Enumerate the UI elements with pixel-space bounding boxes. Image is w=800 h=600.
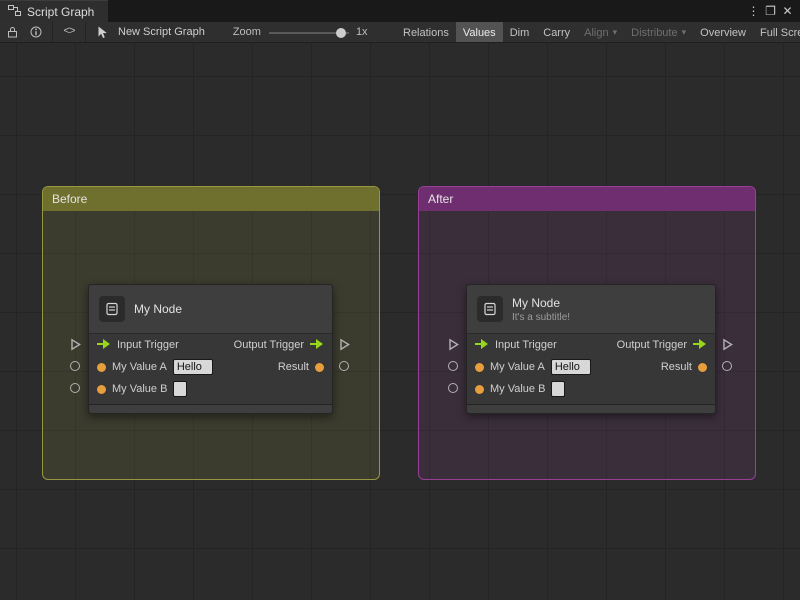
value-input-port-icon[interactable] (97, 384, 106, 394)
kebab-menu-icon[interactable]: ⋮ (745, 4, 762, 18)
value-port-outline-icon[interactable] (448, 383, 458, 393)
node-title: My Node (512, 295, 561, 310)
tab-script-graph[interactable]: Script Graph (0, 0, 109, 22)
value-input-port-icon[interactable] (475, 384, 484, 394)
lock-icon[interactable] (0, 22, 24, 42)
value-output-port-icon[interactable] (698, 362, 707, 372)
window-controls: ⋮ ❐ ✕ (745, 0, 800, 22)
values-button[interactable]: Values (455, 22, 503, 42)
group-before-label: Before (52, 192, 88, 206)
port-row: My Value B (89, 378, 332, 400)
relations-button[interactable]: Relations (396, 22, 456, 42)
node-before[interactable]: My Node Input Trigger Output Trigger My … (88, 284, 333, 414)
port-row: Input Trigger Output Trigger (467, 334, 715, 356)
overview-button[interactable]: Overview (693, 22, 753, 42)
zoom-slider[interactable] (268, 22, 349, 42)
port-row: Input Trigger Output Trigger (89, 334, 332, 356)
tab-bar: Script Graph ⋮ ❐ ✕ (0, 0, 800, 22)
value-b-label: My Value B (112, 383, 168, 395)
unit-icon (99, 296, 125, 322)
result-label: Result (660, 361, 692, 373)
chevron-down-icon: ▾ (681, 27, 687, 37)
align-button-label: Align (584, 26, 609, 39)
value-a-input[interactable] (172, 359, 213, 375)
flow-input-port-icon[interactable] (97, 338, 111, 352)
flow-port-outline-icon[interactable] (69, 338, 82, 356)
port-row: My Value B (467, 378, 715, 400)
distribute-button-label: Distribute (631, 26, 678, 39)
toolbar-separator (52, 22, 53, 42)
zoom-slider-knob[interactable] (335, 27, 346, 38)
value-b-input[interactable] (173, 381, 188, 397)
value-input-port-icon[interactable] (475, 362, 484, 372)
script-graph-window: Script Graph ⋮ ❐ ✕ <> New Script Graph Z… (0, 0, 800, 600)
graph-canvas[interactable]: Before After My Node Input Trigger Outpu… (0, 43, 800, 600)
group-after-label: After (428, 192, 454, 206)
group-before-header[interactable]: Before (43, 187, 379, 211)
flow-port-outline-icon[interactable] (447, 338, 460, 356)
value-port-outline-icon[interactable] (70, 383, 80, 393)
value-b-label: My Value B (490, 383, 546, 395)
node-header[interactable]: My Node (89, 285, 332, 334)
output-trigger-label: Output Trigger (616, 339, 687, 351)
info-icon[interactable] (24, 22, 48, 42)
dim-button[interactable]: Dim (503, 22, 537, 42)
chevron-down-icon: ▾ (612, 27, 618, 37)
value-port-outline-icon[interactable] (70, 361, 80, 371)
value-input-port-icon[interactable] (97, 362, 106, 372)
flow-input-port-icon[interactable] (475, 338, 489, 352)
flow-port-outline-icon[interactable] (721, 338, 734, 356)
value-output-port-icon[interactable] (315, 362, 324, 372)
unit-icon (477, 296, 503, 322)
node-title: My Node (134, 302, 183, 316)
value-port-outline-icon[interactable] (722, 361, 732, 371)
code-icon[interactable]: <> (57, 22, 81, 42)
carry-button[interactable]: Carry (536, 22, 577, 42)
tab-title: Script Graph (27, 4, 95, 19)
port-row: My Value A Result (467, 356, 715, 378)
input-trigger-label: Input Trigger (495, 339, 557, 351)
value-a-input[interactable] (550, 359, 591, 375)
zoom-value: 1x (355, 26, 368, 38)
value-a-label: My Value A (490, 361, 545, 373)
group-after-header[interactable]: After (419, 187, 755, 211)
cursor-icon (90, 22, 114, 42)
distribute-button[interactable]: Distribute ▾ (624, 22, 693, 42)
maximize-icon[interactable]: ❐ (762, 4, 779, 18)
value-port-outline-icon[interactable] (339, 361, 349, 371)
value-a-label: My Value A (112, 361, 167, 373)
fullscreen-button[interactable]: Full Screen (753, 22, 800, 42)
toolbar-buttons: Relations Values Dim Carry Align ▾ Distr… (396, 22, 800, 42)
zoom-label: Zoom (232, 26, 261, 38)
output-trigger-label: Output Trigger (233, 339, 304, 351)
align-button[interactable]: Align ▾ (577, 22, 624, 42)
flow-output-port-icon[interactable] (310, 338, 324, 352)
node-header[interactable]: My Node It's a subtitle! (467, 285, 715, 334)
value-b-input[interactable] (551, 381, 566, 397)
input-trigger-label: Input Trigger (117, 339, 179, 351)
graph-name[interactable]: New Script Graph (118, 26, 205, 38)
flow-output-port-icon[interactable] (693, 338, 707, 352)
flow-port-outline-icon[interactable] (338, 338, 351, 356)
node-subtitle: It's a subtitle! (512, 311, 571, 323)
port-row: My Value A Result (89, 356, 332, 378)
node-after[interactable]: My Node It's a subtitle! Input Trigger O… (466, 284, 716, 414)
result-label: Result (277, 361, 309, 373)
node-footer (89, 404, 332, 413)
toolbar-separator (85, 22, 86, 42)
graph-icon (8, 4, 21, 20)
graph-toolbar: <> New Script Graph Zoom 1x Relations Va… (0, 22, 800, 43)
node-footer (467, 404, 715, 413)
close-icon[interactable]: ✕ (779, 4, 796, 18)
value-port-outline-icon[interactable] (448, 361, 458, 371)
